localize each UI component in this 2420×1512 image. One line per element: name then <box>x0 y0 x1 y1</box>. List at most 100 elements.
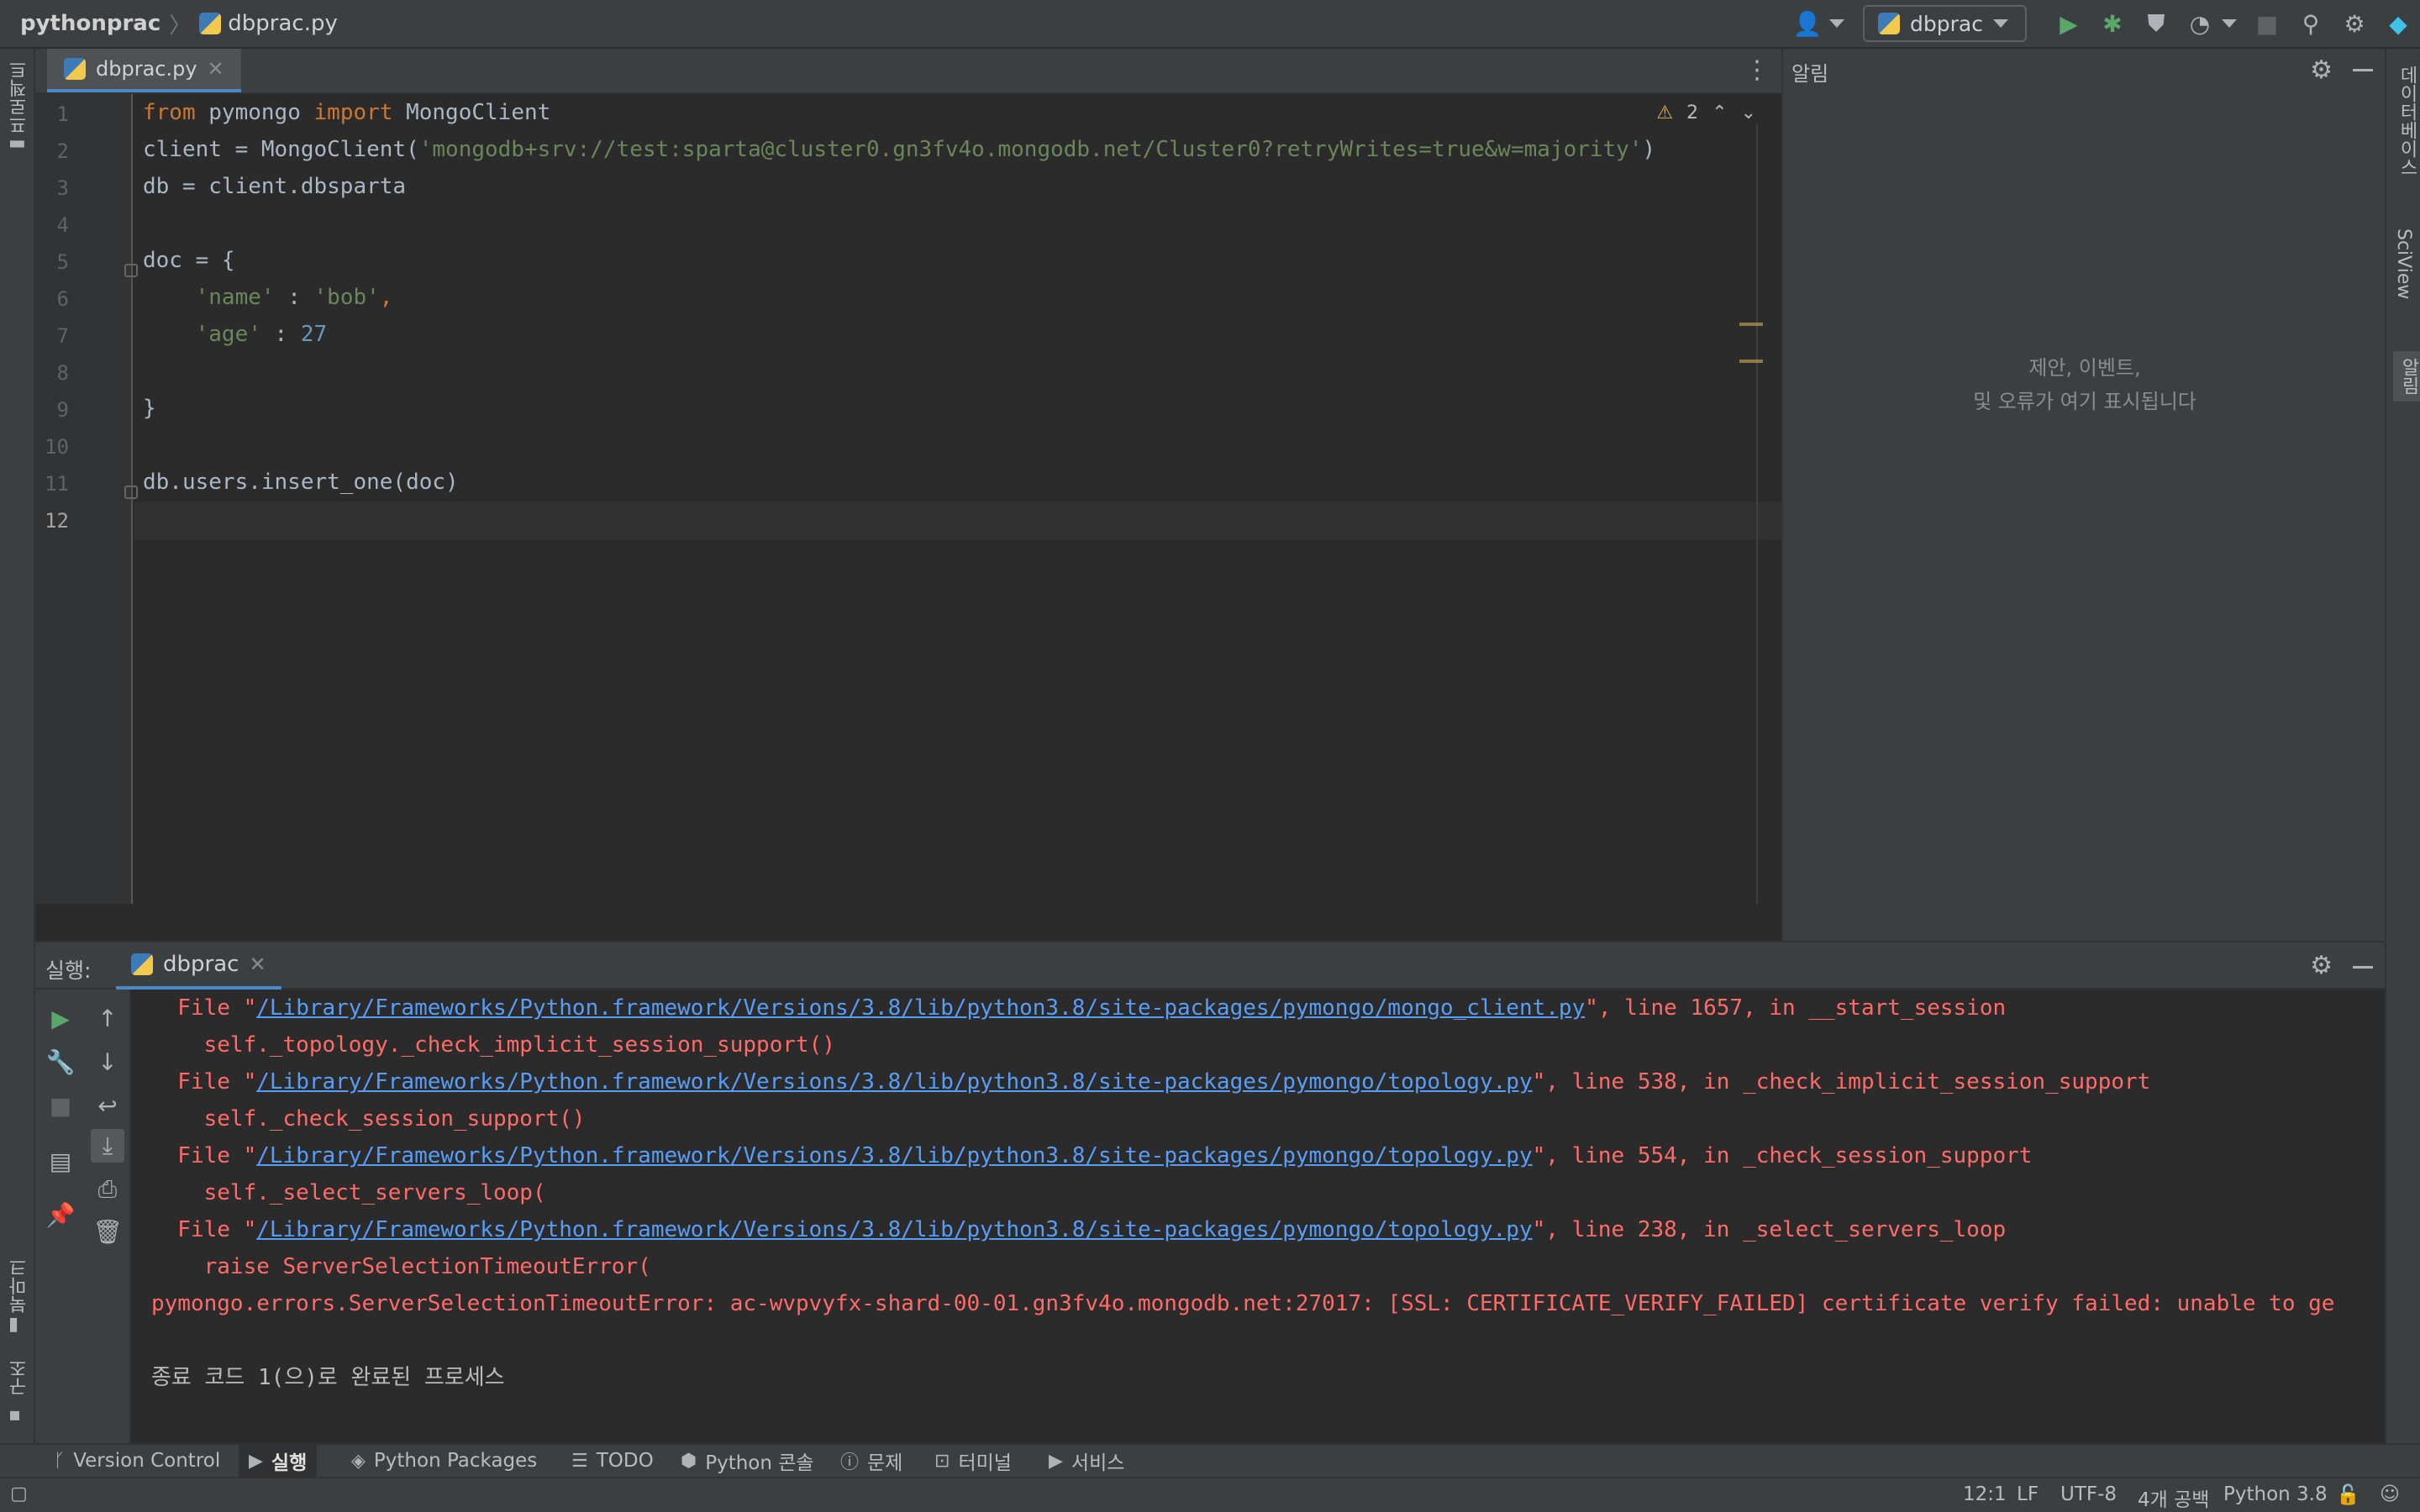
jetbrains-logo-icon[interactable]: ◆ <box>2381 7 2415 40</box>
breadcrumb-project[interactable]: pythonprac <box>20 11 160 36</box>
notifications-minimize-icon[interactable] <box>2353 69 2373 71</box>
status-layout-icon[interactable]: ▢ <box>10 1483 28 1504</box>
line-number: 11 <box>45 472 69 496</box>
console-text: File " <box>151 1217 257 1242</box>
profile-icon[interactable]: ◔ <box>2183 7 2217 40</box>
console-line: File "/Library/Frameworks/Python.framewo… <box>151 1137 2032 1174</box>
code-line: db.users.insert_one(doc) <box>143 464 459 501</box>
user-dropdown-caret-icon[interactable] <box>1829 19 1845 28</box>
memory-indicator-icon[interactable]: ☺ <box>2380 1483 2400 1505</box>
terminal-icon: ⊡ <box>934 1450 950 1472</box>
tool-window-button[interactable]: ☰ TODO <box>561 1445 664 1477</box>
code-token: 'bob' <box>313 285 380 310</box>
pin-tab-icon[interactable]: 📌 <box>44 1198 77 1231</box>
run-configuration-selector[interactable]: dbprac <box>1863 5 2027 42</box>
file-encoding[interactable]: UTF-8 <box>2060 1483 2117 1505</box>
code-token: 'age' <box>195 322 261 347</box>
bookmark-icon: ▮ <box>8 1314 19 1335</box>
line-separator[interactable]: LF <box>2017 1483 2039 1505</box>
settings-gear-icon[interactable]: ⚙ <box>2338 7 2371 40</box>
user-icon[interactable]: 👤 <box>1791 7 1824 40</box>
line-number: 9 <box>56 398 69 422</box>
breadcrumb-file[interactable]: dbprac.py <box>199 11 338 36</box>
code-editor[interactable]: 1 2 3 4 5 6 7 8 9 10 11 12 from pymongo import Mong… <box>35 94 1781 904</box>
tool-window-button[interactable]: ⊡ 터미널 <box>924 1445 1022 1477</box>
python-icon: ⬢ <box>681 1450 697 1472</box>
play-icon: ▶ <box>249 1450 263 1472</box>
close-run-tab-icon[interactable]: ✕ <box>249 953 266 976</box>
tool-window-label: Python Packages <box>373 1450 538 1472</box>
console-line: self._select_servers_loop( <box>151 1180 546 1205</box>
sciview-tool-window-button[interactable]: SciView <box>2393 228 2414 299</box>
console-file-link[interactable]: /Library/Frameworks/Python.framework/Ver… <box>256 1069 1532 1095</box>
editor-tab-label: dbprac.py <box>96 57 197 81</box>
inspection-widget[interactable]: ⚠ 2 ⌃ ⌄ <box>1656 102 1756 123</box>
search-icon[interactable]: ⚲ <box>2294 7 2328 40</box>
indent-setting[interactable]: 4개 공백 <box>2138 1483 2209 1512</box>
warning-marker[interactable] <box>1739 360 1763 363</box>
database-tool-window-button[interactable]: 데이터베이스 <box>2393 66 2420 176</box>
scroll-up-icon[interactable]: ↑ <box>91 1001 124 1035</box>
soft-wrap-icon[interactable]: ↩ <box>91 1089 124 1122</box>
clear-all-trash-icon[interactable]: 🗑 <box>91 1215 124 1248</box>
fold-close-icon[interactable] <box>124 486 138 499</box>
code-token: pymongo <box>195 100 314 125</box>
titlebar-actions: 👤 dbprac ▶ ✱ ⛊ ◔ ■ ⚲ ⚙ ◆ <box>1786 0 2420 47</box>
run-console-output[interactable]: File "/Library/Frameworks/Python.framewo… <box>131 990 2385 1443</box>
error-stripe[interactable] <box>1756 124 1758 904</box>
code-line: db = client.dbsparta <box>143 168 406 205</box>
rerun-icon[interactable]: ▶ <box>44 1001 77 1035</box>
more-run-options-caret-icon[interactable] <box>2222 19 2237 28</box>
coverage-icon[interactable]: ⛊ <box>2139 7 2173 40</box>
tool-window-bar: ᚴ Version Control ▶ 실행 ◈ Python Packages ☰ TODO… <box>0 1443 2420 1477</box>
lock-icon[interactable]: 🔓 <box>2336 1483 2360 1506</box>
bookmarks-tool-window-button[interactable]: 북마크 <box>7 1258 34 1314</box>
edit-configuration-wrench-icon[interactable]: 🔧 <box>44 1045 77 1079</box>
console-file-link[interactable]: /Library/Frameworks/Python.framework/Ver… <box>256 995 1585 1021</box>
chevron-down-icon <box>1993 19 2008 28</box>
layout-icon[interactable]: ▤ <box>44 1144 77 1178</box>
fold-open-icon[interactable] <box>124 264 138 277</box>
run-settings-gear-icon[interactable]: ⚙ <box>2310 951 2333 980</box>
code-token: 27 <box>300 322 328 347</box>
run-tab-dbprac[interactable]: dbprac ✕ <box>116 942 281 990</box>
scroll-to-end-icon[interactable]: ⤓ <box>91 1129 124 1163</box>
debug-icon[interactable]: ✱ <box>2096 7 2129 40</box>
code-token: doc = { <box>143 248 235 273</box>
console-text: File " <box>151 995 257 1021</box>
notifications-empty-state: 제안, 이벤트, 및 오류가 여기 표시됩니다 <box>1783 351 2386 418</box>
tool-window-button[interactable]: ⓘ 문제 <box>830 1445 913 1477</box>
print-icon[interactable]: ⎙ <box>91 1173 124 1206</box>
python-interpreter[interactable]: Python 3.8 <box>2223 1483 2328 1505</box>
stop-icon[interactable]: ■ <box>2250 7 2284 40</box>
more-options-icon[interactable]: ⋮ <box>1744 55 1770 85</box>
previous-highlight-icon[interactable]: ⌃ <box>1712 102 1727 123</box>
tool-window-button[interactable]: ▶ 실행 <box>239 1445 318 1477</box>
caret-position[interactable]: 12:1 <box>1963 1483 2007 1505</box>
tool-window-button[interactable]: ◈ Python Packages <box>341 1445 547 1477</box>
structure-tool-window-button[interactable]: 구조 <box>7 1359 34 1396</box>
tool-window-label: 실행 <box>271 1452 308 1474</box>
warning-marker[interactable] <box>1739 323 1763 326</box>
tool-window-label: TODO <box>596 1450 654 1472</box>
tool-window-button[interactable]: ⬢ Python 콘솔 <box>671 1445 824 1477</box>
notifications-settings-gear-icon[interactable]: ⚙ <box>2310 55 2333 85</box>
info-icon: ⓘ <box>840 1452 860 1473</box>
editor-tab-dbprac[interactable]: dbprac.py ✕ <box>47 49 241 92</box>
run-icon[interactable]: ▶ <box>2052 7 2086 40</box>
console-file-link[interactable]: /Library/Frameworks/Python.framework/Ver… <box>256 1217 1532 1242</box>
tool-window-button[interactable]: ▶ 서비스 <box>1039 1445 1134 1477</box>
python-config-icon <box>131 953 153 975</box>
scroll-down-icon[interactable]: ↓ <box>91 1045 124 1079</box>
tool-window-button[interactable]: ᚴ Version Control <box>44 1445 230 1477</box>
current-line-highlight <box>134 502 1781 539</box>
console-file-link[interactable]: /Library/Frameworks/Python.framework/Ver… <box>256 1143 1532 1168</box>
branch-icon: ᚴ <box>54 1450 66 1472</box>
close-tab-icon[interactable]: ✕ <box>208 57 224 81</box>
notifications-tool-window-button[interactable]: 알림 <box>2393 351 2420 402</box>
stop-run-icon[interactable]: ■ <box>44 1089 77 1122</box>
project-tool-window-button[interactable]: 프로젝트 <box>7 60 34 134</box>
next-highlight-icon[interactable]: ⌄ <box>1741 102 1756 123</box>
run-minimize-icon[interactable] <box>2353 966 2373 969</box>
